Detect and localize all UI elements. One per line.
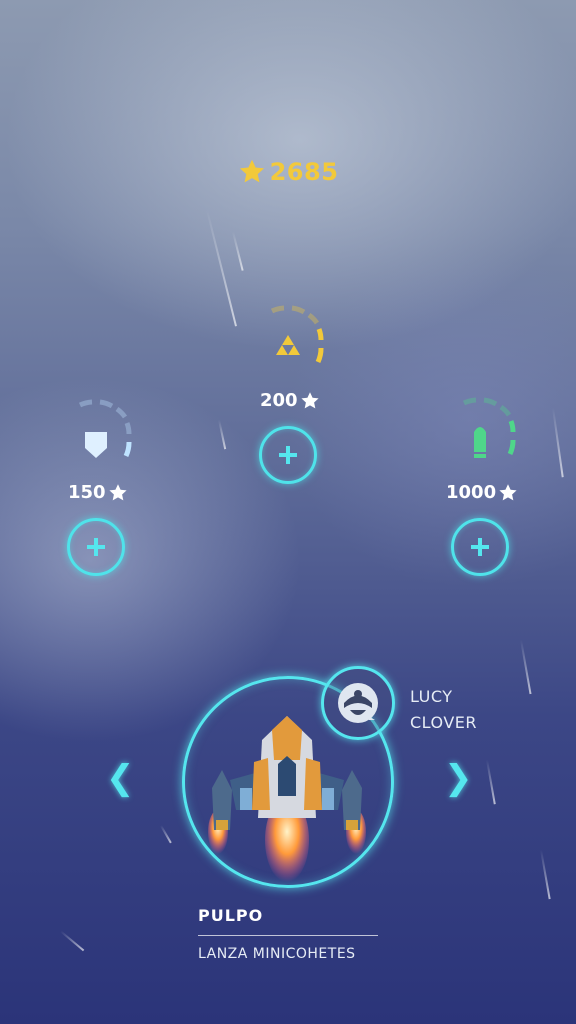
plus-icon: [87, 538, 105, 556]
star-icon: [239, 159, 264, 183]
previous-ship-button[interactable]: ❮: [106, 758, 135, 798]
rain-streak: [520, 639, 532, 695]
shield-cost-value: 150: [68, 482, 106, 503]
star-icon: [499, 483, 517, 500]
score-display: 2685: [0, 158, 576, 186]
power-cost-value: 200: [260, 390, 298, 411]
rain-streak: [486, 759, 496, 805]
shield-icon: [85, 432, 107, 458]
power-cost: 200: [260, 390, 320, 411]
rain-streak: [218, 419, 227, 450]
star-icon: [108, 483, 127, 500]
ammo-cost-value: 1000: [446, 482, 497, 503]
ship-weapon: LANZA MINICOHETES: [198, 946, 356, 962]
rain-streak: [160, 825, 172, 844]
pilot-last-name: CLOVER: [410, 713, 477, 732]
shield-upgrade: 150: [56, 392, 136, 582]
next-ship-button[interactable]: ❯: [444, 758, 473, 798]
power-upgrade: 200: [248, 298, 328, 498]
ammo-upgrade: 1000: [440, 390, 530, 582]
pilot-name: LUCY CLOVER: [410, 684, 477, 736]
upgrade-power-button[interactable]: [259, 426, 317, 484]
ship-info-divider: [198, 935, 378, 936]
rain-streak: [552, 407, 564, 478]
pilot-first-name: LUCY: [410, 687, 453, 706]
ship-name: PULPO: [198, 906, 264, 925]
power-level-gauge: [270, 305, 324, 364]
pilot-avatar-icon: [338, 683, 378, 723]
plus-icon: [471, 538, 489, 556]
score-value: 2685: [269, 158, 339, 186]
triforce-icon: [276, 335, 300, 355]
rain-streak: [540, 849, 551, 900]
shield-level-gauge: [78, 399, 132, 458]
pilot-avatar-button[interactable]: [321, 666, 395, 740]
star-icon: [300, 391, 319, 408]
bullet-icon: [474, 427, 486, 458]
upgrade-shield-button[interactable]: [67, 518, 125, 576]
rain-streak: [60, 930, 85, 952]
plus-icon: [279, 446, 297, 464]
rain-streak: [206, 209, 237, 327]
shield-cost: 150: [68, 482, 128, 503]
ammo-level-gauge: [462, 397, 516, 458]
ammo-cost: 1000: [446, 482, 518, 503]
rain-streak: [232, 231, 244, 271]
upgrade-ammo-button[interactable]: [451, 518, 509, 576]
